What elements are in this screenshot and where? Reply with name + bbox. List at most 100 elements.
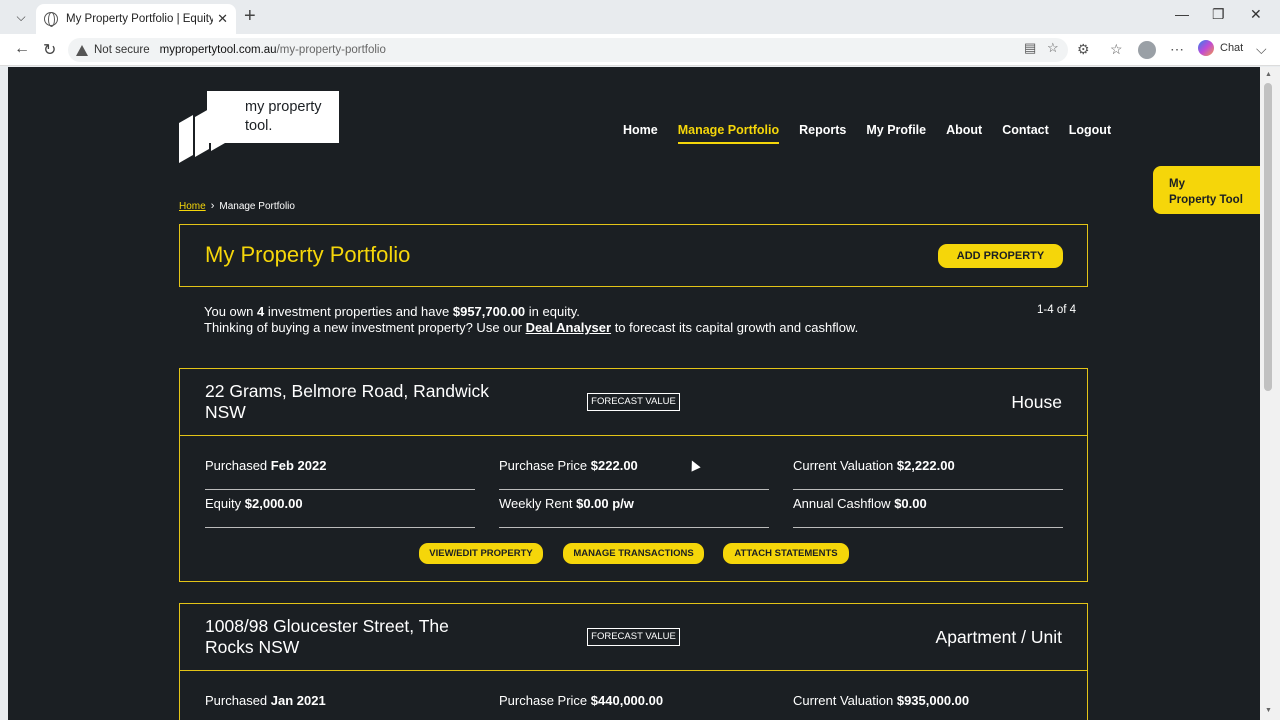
field-label: Purchased [205, 458, 268, 473]
summary-text: investment properties and have [264, 304, 453, 319]
purchase-price-field: Purchase Price $222.00 [499, 458, 769, 490]
summary-text: You own [204, 304, 258, 319]
field-label: Current Valuation [793, 458, 894, 473]
property-card: 22 Grams, Belmore Road, Randwick NSW FOR… [179, 368, 1088, 582]
my-property-tool-side-tab[interactable]: My Property Tool [1153, 166, 1260, 214]
field-label: Annual Cashflow [793, 496, 891, 511]
attach-statements-button[interactable]: ATTACH STATEMENTS [723, 543, 849, 564]
property-address[interactable]: 1008/98 Gloucester Street, The Rocks NSW [205, 616, 495, 658]
portfolio-header: My Property Portfolio ADD PROPERTY [179, 224, 1088, 287]
weekly-rent-field: Weekly Rent $0.00 p/w [499, 496, 769, 528]
scroll-up-icon[interactable]: ▲ [1265, 71, 1272, 78]
field-label: Purchase Price [499, 693, 588, 708]
scroll-down-icon[interactable]: ▼ [1265, 707, 1272, 714]
field-value: $2,222.00 [896, 458, 955, 473]
field-value: $0.00 [894, 496, 927, 511]
nav-about[interactable]: About [946, 123, 982, 144]
nav-my-profile[interactable]: My Profile [866, 123, 926, 144]
page-scrollbar[interactable]: ▲ ▼ [1260, 67, 1280, 720]
more-menu-icon[interactable]: ⋯ [1170, 41, 1184, 58]
property-type: House [1011, 392, 1062, 412]
summary-text: Thinking of buying a new investment prop… [204, 320, 526, 335]
url-path: /my-property-portfolio [276, 44, 386, 56]
globe-icon [44, 12, 58, 27]
copilot-icon [1198, 40, 1214, 56]
reader-mode-icon[interactable]: ▤ [1024, 40, 1036, 56]
field-label: Equity [205, 496, 242, 511]
property-card-header: 1008/98 Gloucester Street, The Rocks NSW… [180, 604, 1087, 671]
forecast-value-button[interactable]: FORECAST VALUE [587, 393, 680, 411]
scrollbar-thumb[interactable] [1264, 83, 1272, 391]
main-nav: Home Manage Portfolio Reports My Profile… [623, 123, 1131, 144]
page-viewport: my property tool. Home Manage Portfolio … [8, 67, 1260, 720]
breadcrumb-home-link[interactable]: Home [179, 201, 206, 212]
tab-list-chevron-icon[interactable]: ⌵ [8, 6, 34, 28]
window-close-icon[interactable]: ✕ [1250, 6, 1262, 23]
field-value: $0.00 p/w [576, 496, 634, 511]
field-value: $2,000.00 [244, 496, 303, 511]
nav-home[interactable]: Home [623, 123, 658, 144]
chat-label: Chat [1220, 42, 1244, 54]
field-value: Feb 2022 [270, 458, 327, 473]
summary-text: to forecast its capital growth and cashf… [611, 320, 859, 335]
forecast-value-button[interactable]: FORECAST VALUE [587, 628, 680, 646]
field-value: $440,000.00 [590, 693, 664, 708]
site-logo[interactable]: my property tool. [179, 91, 339, 164]
annual-cashflow-field: Annual Cashflow $0.00 [793, 496, 1063, 528]
add-property-button[interactable]: ADD PROPERTY [938, 244, 1063, 268]
field-label: Purchased [205, 693, 268, 708]
browser-toolbar: ← ↻ Not secure mypropertytool.com.au/my-… [0, 34, 1280, 66]
portfolio-summary: You own 4 investment properties and have… [204, 304, 864, 336]
property-card: 1008/98 Gloucester Street, The Rocks NSW… [179, 603, 1088, 720]
nav-manage-portfolio[interactable]: Manage Portfolio [677, 123, 780, 144]
logo-text-line1: my property [245, 99, 322, 115]
breadcrumb-current: Manage Portfolio [219, 200, 295, 212]
not-secure-label[interactable]: Not secure [94, 44, 150, 56]
field-label: Weekly Rent [499, 496, 573, 511]
favorites-icon[interactable]: ☆ [1110, 41, 1123, 58]
manage-transactions-button[interactable]: MANAGE TRANSACTIONS [563, 543, 704, 564]
property-type: Apartment / Unit [935, 627, 1062, 647]
nav-logout[interactable]: Logout [1069, 123, 1111, 144]
field-value: $222.00 [590, 458, 638, 473]
minimize-icon[interactable]: — [1175, 6, 1189, 22]
reload-icon[interactable]: ↻ [43, 40, 56, 60]
equity-field: Equity $2,000.00 [205, 496, 475, 528]
purchased-field: Purchased Feb 2022 [205, 458, 475, 490]
favorite-star-icon[interactable]: ☆ [1047, 40, 1059, 56]
total-equity: $957,700.00 [452, 304, 526, 319]
nav-reports[interactable]: Reports [799, 123, 846, 144]
tab-close-icon[interactable]: ✕ [217, 11, 228, 27]
deal-analyser-link[interactable]: Deal Analyser [526, 320, 612, 335]
side-tab-line2: Property Tool [1169, 194, 1243, 206]
logo-text-line2: tool. [245, 118, 273, 134]
extensions-icon[interactable]: ⚙ [1077, 41, 1090, 58]
new-tab-icon[interactable]: + [244, 6, 256, 26]
url-host: mypropertytool.com.au [159, 44, 277, 56]
property-card-header: 22 Grams, Belmore Road, Randwick NSW FOR… [180, 369, 1087, 436]
tab-title: My Property Portfolio | Equity Rise [66, 13, 214, 25]
logo-text-box: my property tool. [207, 91, 339, 143]
view-edit-property-button[interactable]: VIEW/EDIT PROPERTY [419, 543, 543, 564]
nav-contact[interactable]: Contact [1002, 123, 1049, 144]
summary-text: in equity. [525, 304, 580, 319]
current-valuation-field: Current Valuation $2,222.00 [793, 458, 1063, 490]
field-label: Purchase Price [499, 458, 588, 473]
side-tab-line1: My [1169, 178, 1185, 190]
breadcrumb-chevron-icon: › [210, 200, 215, 212]
breadcrumb: Home › Manage Portfolio [179, 200, 295, 212]
sidebar-chevron-icon[interactable]: ⌵ [1256, 41, 1267, 58]
property-address[interactable]: 22 Grams, Belmore Road, Randwick NSW [205, 381, 495, 423]
current-valuation-field: Current Valuation $935,000.00 [793, 693, 1063, 720]
page-title: My Property Portfolio [205, 242, 411, 267]
copilot-chat-button[interactable]: Chat [1198, 40, 1243, 56]
field-value: $935,000.00 [896, 693, 970, 708]
field-value: Jan 2021 [270, 693, 326, 708]
browser-tab-active[interactable]: My Property Portfolio | Equity Rise ✕ [36, 4, 236, 34]
back-arrow-icon[interactable]: ← [14, 40, 30, 58]
field-label: Current Valuation [793, 693, 894, 708]
address-bar[interactable]: Not secure mypropertytool.com.au/my-prop… [68, 38, 1068, 62]
profile-avatar[interactable] [1138, 41, 1156, 59]
pagination-count: 1-4 of 4 [1037, 304, 1076, 316]
restore-icon[interactable]: ❐ [1212, 6, 1225, 23]
